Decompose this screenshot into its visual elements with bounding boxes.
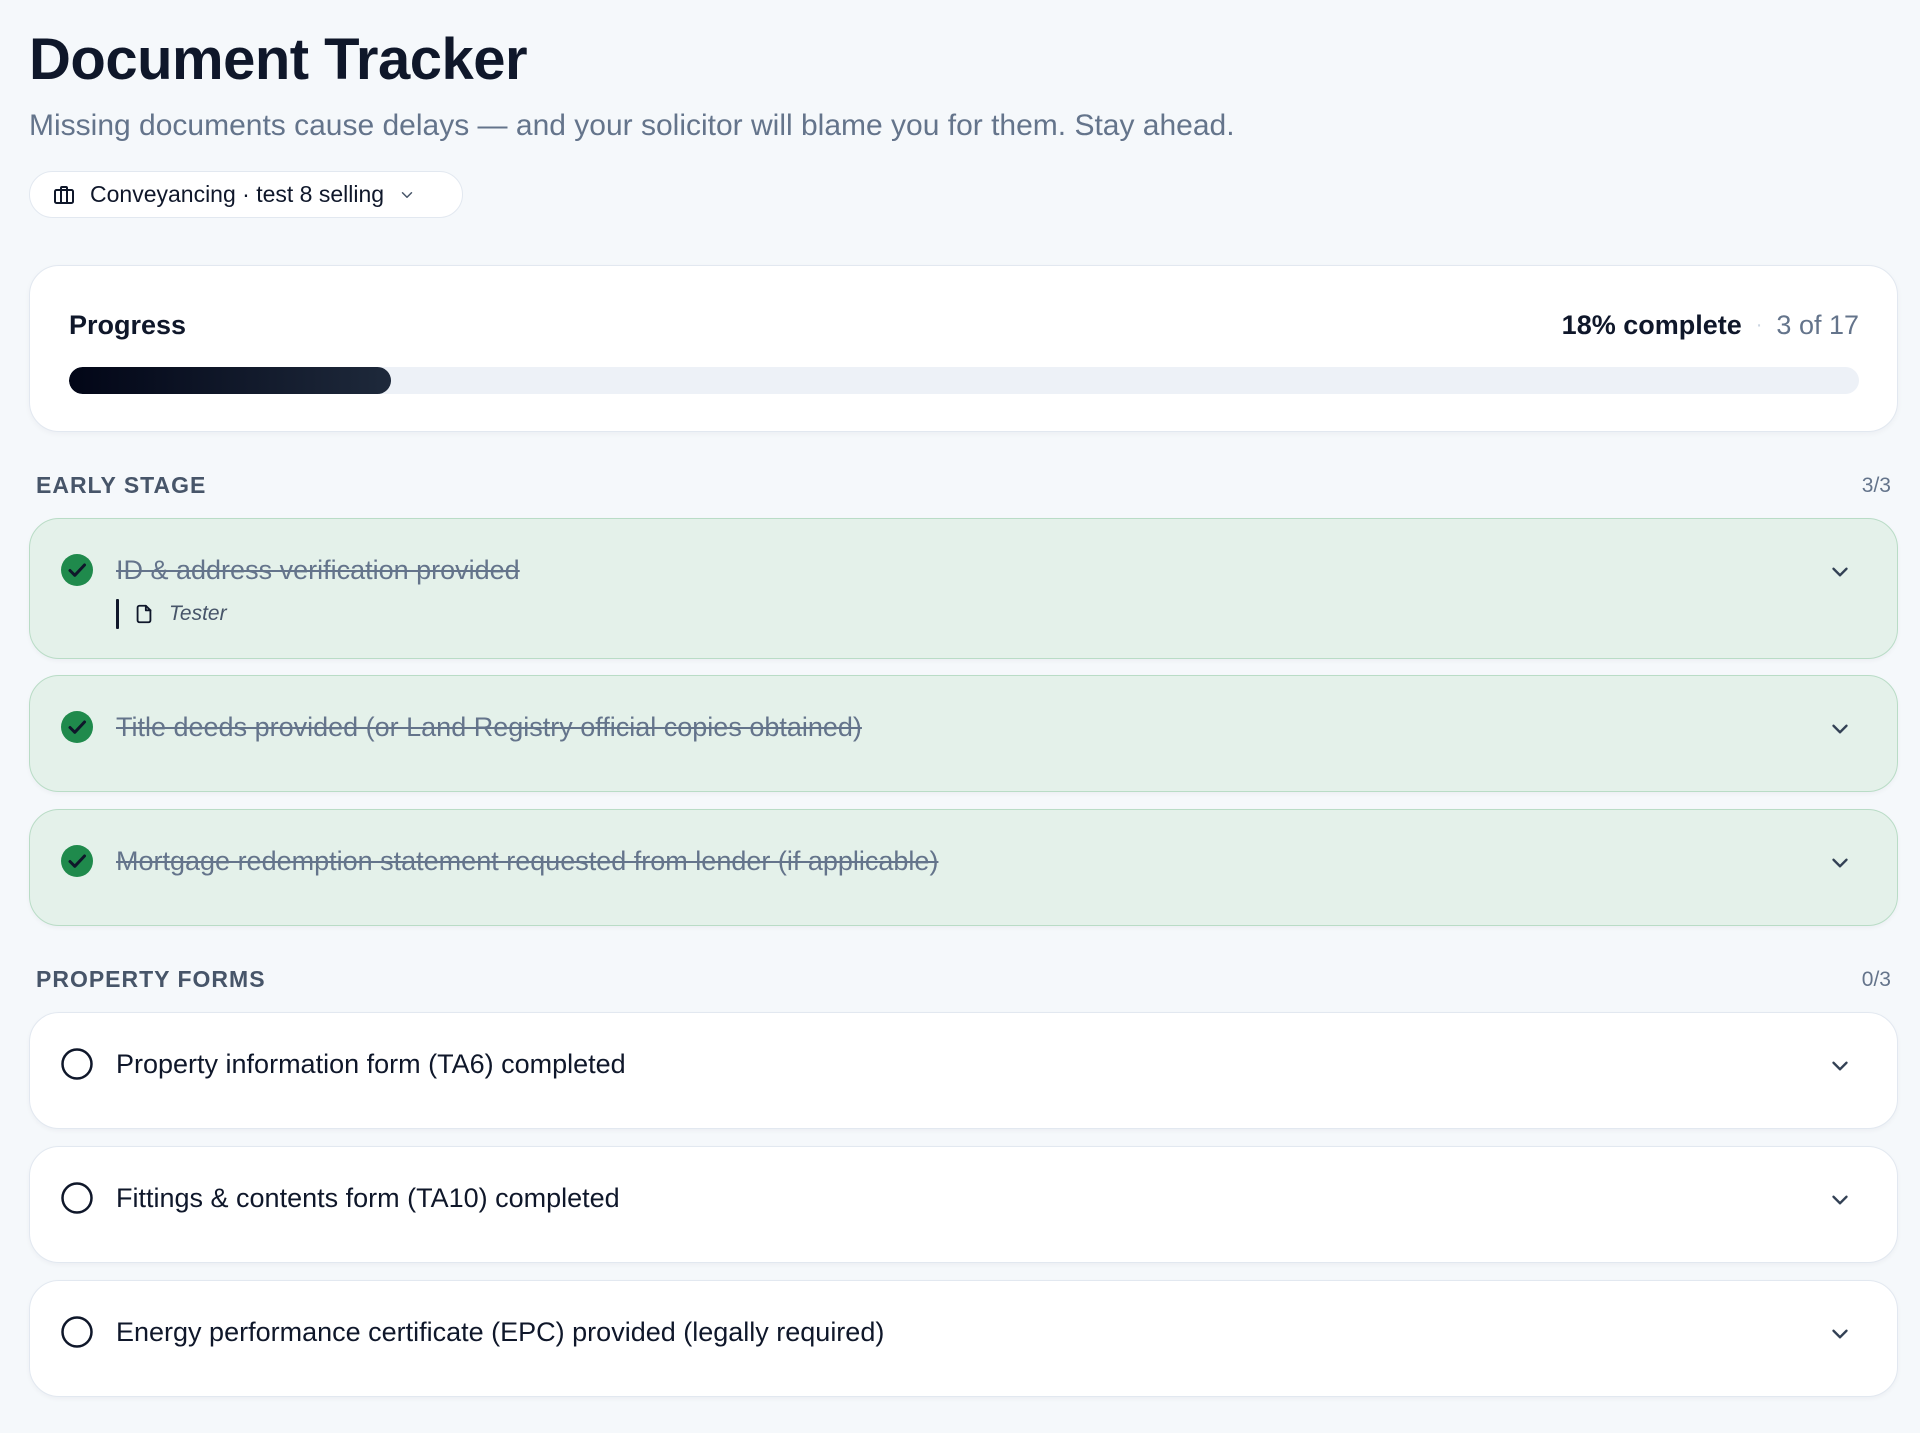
briefcase-icon [54, 185, 74, 204]
empty-circle-icon[interactable] [60, 1181, 94, 1215]
check-circle-icon[interactable] [60, 710, 94, 744]
chevron-down-icon [401, 191, 413, 198]
empty-circle-icon[interactable] [60, 1315, 94, 1349]
progress-bar [69, 367, 1859, 394]
checklist-item-ta10[interactable]: Fittings & contents form (TA10) complete… [29, 1146, 1898, 1263]
chevron-down-icon[interactable] [1827, 1187, 1853, 1213]
item-label: Title deeds provided (or Land Registry o… [116, 712, 862, 742]
check-circle-icon[interactable] [60, 844, 94, 878]
chevron-down-icon[interactable] [1827, 1321, 1853, 1347]
item-label: Property information form (TA6) complete… [116, 1049, 626, 1079]
check-circle-icon[interactable] [60, 553, 94, 587]
item-note: Tester [116, 599, 227, 629]
document-tracker-page: Document Tracker Missing documents cause… [0, 0, 1920, 1433]
checklist-item-title-deeds[interactable]: Title deeds provided (or Land Registry o… [29, 675, 1898, 792]
item-label: Mortgage redemption statement requested … [116, 846, 939, 876]
checklist-item-mortgage-redemption[interactable]: Mortgage redemption statement requested … [29, 809, 1898, 926]
section-count: 0/3 [1861, 967, 1891, 991]
item-label: Fittings & contents form (TA10) complete… [116, 1183, 620, 1213]
chevron-down-icon[interactable] [1827, 850, 1853, 876]
note-divider [116, 599, 119, 629]
case-selector-label: Conveyancing · test 8 selling [90, 181, 385, 207]
item-label: ID & address verification provided [116, 555, 520, 585]
page-title: Document Tracker [29, 27, 528, 92]
case-selector-dropdown[interactable]: Conveyancing · test 8 selling [29, 171, 463, 218]
note-text: Tester [169, 602, 227, 625]
section-title: PROPERTY FORMS [36, 966, 266, 992]
progress-card: Progress 18% complete · 3 of 17 [29, 265, 1898, 432]
item-label: Energy performance certificate (EPC) pro… [116, 1317, 885, 1347]
page-subtitle: Missing documents cause delays — and you… [29, 109, 1235, 142]
chevron-down-icon[interactable] [1827, 559, 1853, 585]
section-header-early-stage: EARLY STAGE 3/3 [36, 472, 1891, 499]
progress-percent: 18% complete [1561, 310, 1742, 340]
empty-circle-icon[interactable] [60, 1047, 94, 1081]
chevron-down-icon[interactable] [1827, 716, 1853, 742]
progress-label: Progress [69, 310, 187, 340]
section-title: EARLY STAGE [36, 472, 207, 498]
checklist-item-id-verification[interactable]: ID & address verification provided Teste… [29, 518, 1898, 659]
progress-count: 3 of 17 [1776, 310, 1859, 340]
checklist-item-ta6[interactable]: Property information form (TA6) complete… [29, 1012, 1898, 1129]
progress-bar-fill [69, 367, 392, 394]
chevron-down-icon[interactable] [1827, 1053, 1853, 1079]
checklist-item-epc[interactable]: Energy performance certificate (EPC) pro… [29, 1280, 1898, 1397]
section-header-property-forms: PROPERTY FORMS 0/3 [36, 966, 1891, 993]
file-icon [136, 604, 152, 624]
progress-meta: 18% complete · 3 of 17 [1562, 310, 1859, 341]
section-count: 3/3 [1861, 473, 1891, 497]
separator-dot: · [1755, 314, 1763, 336]
